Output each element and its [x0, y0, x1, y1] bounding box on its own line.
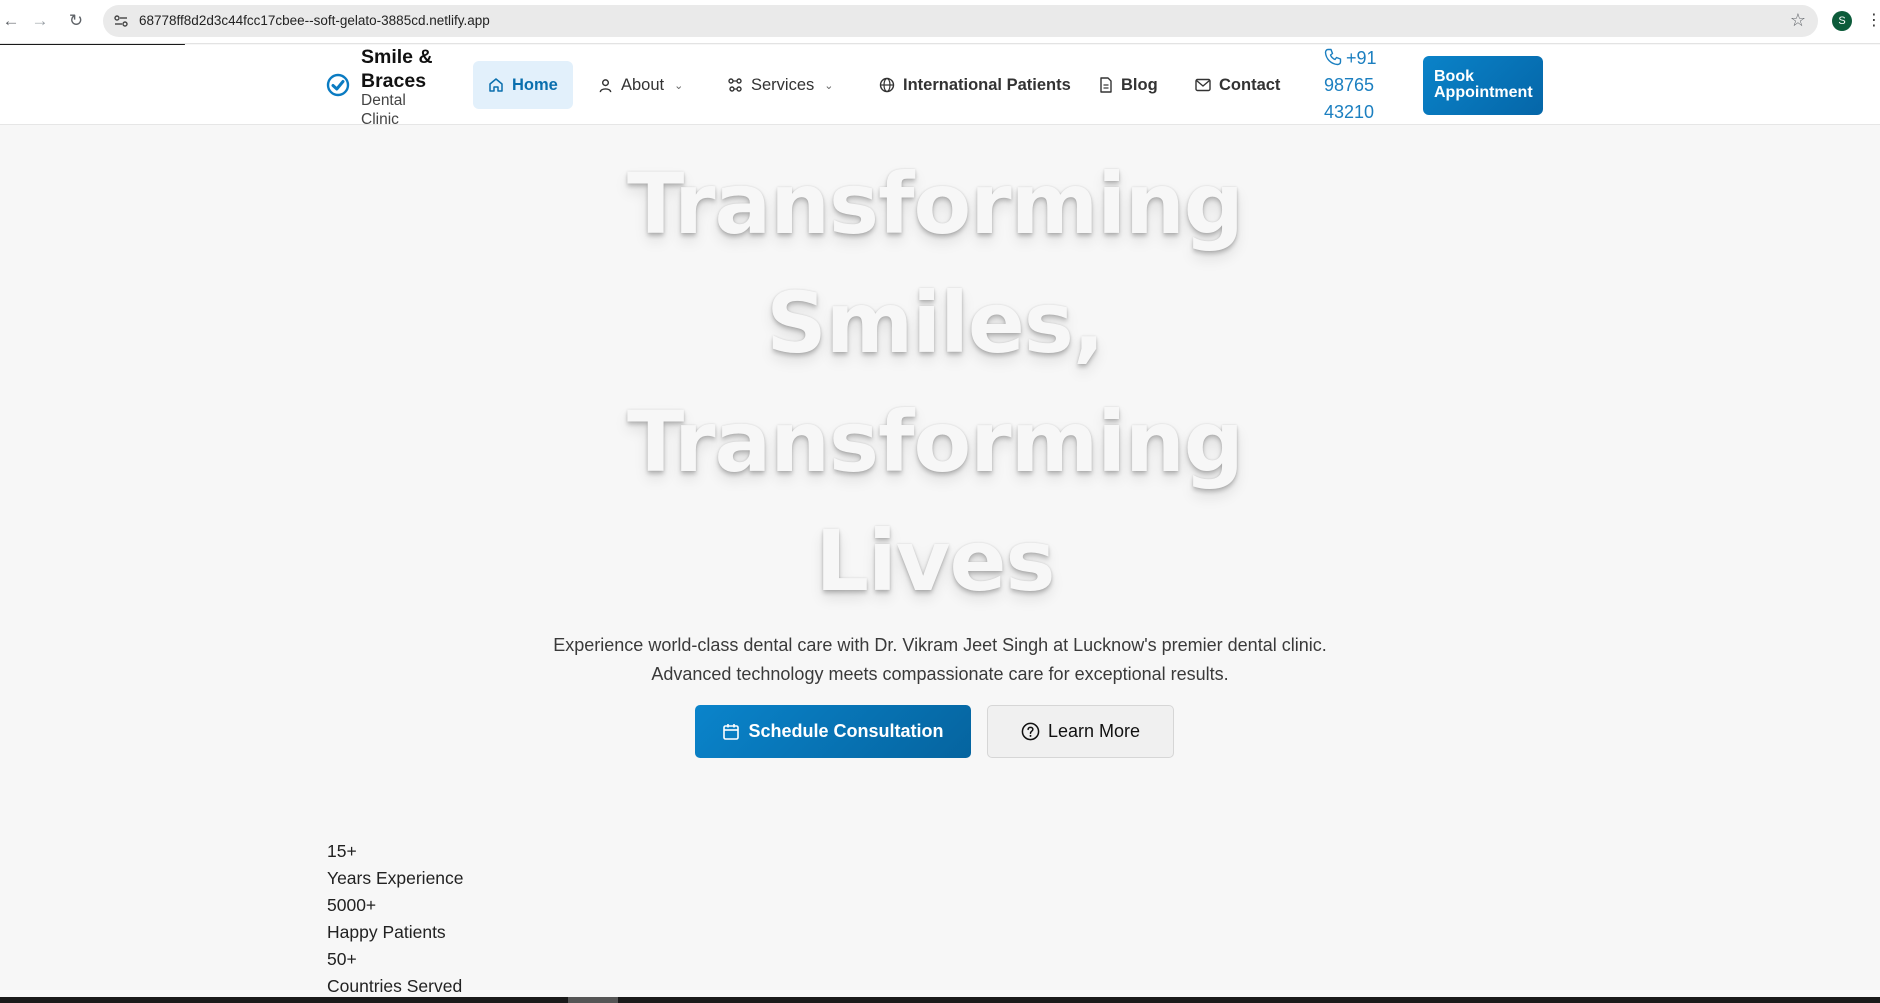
horizontal-scrollbar[interactable] — [0, 997, 1880, 1003]
nav-home[interactable]: Home — [473, 61, 573, 109]
phone-icon — [1324, 48, 1342, 66]
stat-value: 5000+ — [327, 895, 377, 915]
calendar-icon — [723, 723, 740, 740]
schedule-consultation-label: Schedule Consultation — [748, 721, 944, 741]
document-icon — [1100, 77, 1112, 93]
profile-avatar[interactable]: S — [1832, 11, 1852, 31]
stat-label: Countries Served — [327, 976, 463, 996]
nav-international-patients[interactable]: International Patients — [879, 61, 1071, 109]
stat-value: 50+ — [327, 949, 357, 969]
bookmark-star-icon[interactable]: ☆ — [1790, 10, 1806, 31]
hero-title: Transforming Smiles, Transforming Lives — [627, 155, 1244, 610]
globe-icon — [879, 77, 895, 93]
mail-icon — [1195, 78, 1211, 92]
stat-value: 15+ — [327, 841, 357, 861]
user-icon — [599, 78, 612, 92]
stat-label: Years Experience — [327, 868, 464, 888]
home-icon — [489, 78, 503, 92]
learn-more-label: Learn More — [1047, 721, 1141, 741]
chevron-down-icon: ⌄ — [824, 79, 834, 92]
chevron-down-icon: ⌄ — [674, 79, 684, 92]
nav-services-label: Services — [751, 75, 815, 94]
browser-toolbar: ← → ↻ 68778ff8d2d3c44fcc17cbee--soft-gel… — [0, 0, 1880, 44]
services-icon — [728, 78, 742, 92]
url-text[interactable]: 68778ff8d2d3c44fcc17cbee--soft-gelato-38… — [139, 13, 490, 28]
nav-international-label: International Patients — [903, 75, 1071, 94]
nav-contact-label: Contact — [1219, 75, 1281, 94]
nav-contact[interactable]: Contact — [1195, 61, 1280, 109]
hero-subtitle-line-2: Advanced technology meets compassionate … — [651, 664, 1229, 684]
stats-list: 15+ Years Experience 5000+ Happy Patient… — [327, 838, 464, 1000]
check-circle-logo-icon — [326, 73, 350, 97]
site-header: Smile & Braces Dental Clinic Home About … — [0, 45, 1880, 128]
nav-services[interactable]: Services ⌄ — [727, 61, 834, 109]
nav-home-label: Home — [512, 75, 558, 94]
reload-icon[interactable]: ↻ — [65, 10, 87, 32]
browser-menu-icon[interactable]: ⋮ — [1866, 10, 1880, 32]
scrollbar-thumb[interactable] — [568, 997, 618, 1003]
forward-arrow-icon[interactable]: → — [29, 10, 51, 32]
nav-about[interactable]: About ⌄ — [598, 61, 683, 109]
hero-subtitle-line-1: Experience world-class dental care with … — [553, 635, 1327, 655]
hero-subtitle: Experience world-class dental care with … — [480, 631, 1400, 689]
book-appointment-button[interactable]: Book Appointment — [1423, 56, 1543, 115]
schedule-consultation-button[interactable]: Schedule Consultation — [695, 705, 971, 758]
phone-link[interactable]: +91 98765 43210 — [1324, 45, 1394, 126]
logo-subtitle: Dental Clinic — [361, 92, 406, 128]
nav-blog[interactable]: Blog — [1099, 61, 1158, 109]
stat-label: Happy Patients — [327, 922, 446, 942]
back-arrow-icon[interactable]: ← — [0, 10, 22, 32]
address-bar[interactable]: 68778ff8d2d3c44fcc17cbee--soft-gelato-38… — [103, 5, 1818, 37]
logo-title[interactable]: Smile & Braces — [361, 45, 451, 93]
nav-blog-label: Blog — [1121, 75, 1158, 94]
site-info-icon[interactable] — [113, 13, 129, 29]
nav-about-label: About — [621, 75, 665, 94]
learn-more-button[interactable]: Learn More — [987, 705, 1174, 758]
help-circle-icon — [1021, 722, 1040, 741]
